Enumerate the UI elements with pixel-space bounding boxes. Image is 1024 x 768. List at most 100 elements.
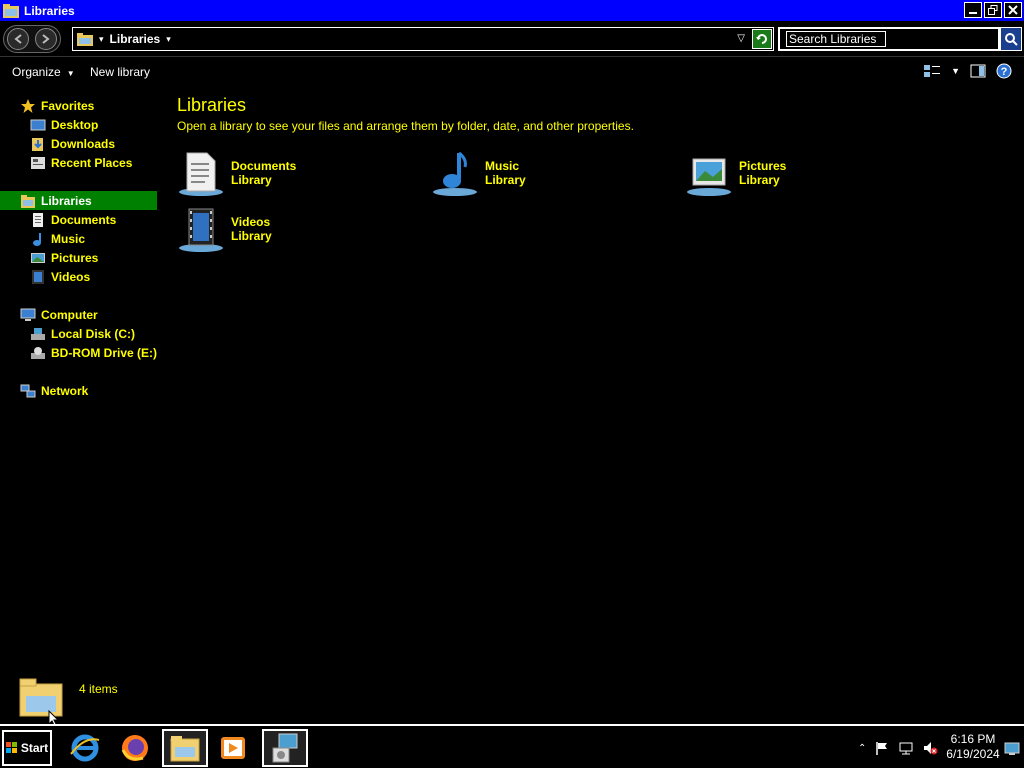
help-icon[interactable]: ? [996,63,1012,79]
music-icon [30,231,46,247]
library-name: Documents [231,159,297,173]
taskbar-firefox[interactable] [112,729,158,767]
windows-logo-icon [5,742,17,753]
nav-label: Network [41,383,89,398]
libraries-icon [20,193,36,209]
media-player-icon [221,737,245,759]
change-view-icon[interactable] [923,63,941,79]
nav-item-downloads[interactable]: Downloads [30,134,115,153]
nav-label: Documents [51,212,117,227]
recent-places-icon [30,155,46,171]
nav-libraries[interactable]: Libraries [0,191,157,210]
nav-item-videos[interactable]: Videos [30,267,90,286]
new-library-label: New library [90,65,151,79]
network-icon [20,383,36,399]
address-bar[interactable]: ▾ Libraries ▾ ▽ [72,27,774,51]
library-type: Library [739,173,780,187]
internet-explorer-icon [70,734,100,762]
library-music[interactable]: Music Library [431,147,631,199]
nav-item-documents[interactable]: Documents [30,210,116,229]
nav-label: Downloads [51,136,116,151]
volume-muted-icon[interactable] [922,740,938,756]
library-videos[interactable]: Videos Library [177,203,377,255]
nav-item-bd-rom-drive[interactable]: BD-ROM Drive (E:) [30,343,157,362]
taskbar: Start ⌃ 6:16 PM 6/19/2024 [0,724,1024,768]
pictures-library-icon [687,158,731,196]
optical-drive-icon [30,345,46,361]
search-button[interactable] [1000,27,1022,51]
library-documents[interactable]: Documents Library [177,147,377,199]
organize-button[interactable]: Organize ▼ [12,65,75,79]
title-bar: Libraries [0,0,1024,21]
taskbar-media-player[interactable] [210,729,256,767]
preview-pane-icon[interactable] [970,63,986,79]
nav-label: BD-ROM Drive (E:) [51,345,158,360]
forward-arrow-icon [42,34,50,44]
clock[interactable]: 6:16 PM 6/19/2024 [940,732,1006,762]
library-type: Library [231,229,272,243]
taskbar-installer[interactable] [262,729,308,767]
nav-computer[interactable]: Computer [20,305,98,324]
nav-favorites[interactable]: Favorites [20,96,94,115]
library-type: Library [485,173,526,187]
svg-text:?: ? [1001,66,1008,78]
minimize-icon [969,12,977,14]
search-icon [1005,33,1018,46]
refresh-button[interactable] [752,29,772,49]
restore-button[interactable] [984,2,1002,18]
network-status-icon[interactable] [898,740,914,756]
videos-library-icon [179,208,223,252]
documents-icon [30,212,46,228]
forward-button[interactable] [35,28,57,50]
computer-icon [20,307,36,323]
search-input[interactable] [786,31,886,47]
address-row: ▾ Libraries ▾ ▽ [0,21,1024,57]
back-button[interactable] [7,28,29,50]
new-library-button[interactable]: New library [90,65,150,79]
nav-item-pictures[interactable]: Pictures [30,248,98,267]
nav-item-desktop[interactable]: Desktop [30,115,98,134]
command-bar: Organize ▼ New library ▼ ? [0,58,1024,86]
installer-icon [272,733,298,763]
address-history-dropdown-icon[interactable]: ▽ [737,33,745,44]
nav-label: Computer [41,307,98,322]
show-desktop-icon[interactable] [1004,742,1020,756]
library-name: Videos [231,215,271,229]
restore-icon [988,5,998,15]
breadcrumb-chevron-icon[interactable]: ▾ [166,34,171,45]
nav-label: Local Disk (C:) [51,326,136,341]
downloads-icon [30,136,46,152]
close-button[interactable] [1004,2,1022,18]
organize-label: Organize [12,65,61,79]
page-title: Libraries [177,95,247,115]
nav-label: Desktop [51,117,99,132]
library-type: Library [231,173,272,187]
desktop-icon [30,117,46,133]
nav-network[interactable]: Network [20,381,88,400]
show-hidden-icons-icon[interactable]: ⌃ [858,743,866,754]
clock-time: 6:16 PM [950,732,996,746]
dropdown-caret-icon: ▼ [66,69,75,78]
nav-label: Videos [51,269,91,284]
breadcrumb-chevron-icon[interactable]: ▾ [99,34,104,45]
hard-drive-icon [30,326,46,342]
view-options-dropdown-icon[interactable]: ▼ [951,66,960,76]
navigation-pane: Favorites Desktop Downloads Recent Place… [0,90,160,680]
nav-label: Pictures [51,250,99,265]
libraries-icon [77,32,93,46]
nav-item-local-disk[interactable]: Local Disk (C:) [30,324,135,343]
nav-item-recent-places[interactable]: Recent Places [30,153,132,172]
window-title: Libraries [24,3,75,18]
nav-item-music[interactable]: Music [30,229,85,248]
start-button[interactable]: Start [2,730,52,766]
taskbar-windows-explorer[interactable] [162,729,208,767]
library-name: Pictures [739,159,787,173]
breadcrumb-libraries[interactable]: Libraries [110,32,161,46]
minimize-button[interactable] [964,2,982,18]
library-pictures[interactable]: Pictures Library [685,147,885,199]
search-box[interactable] [778,27,1000,51]
nav-label: Recent Places [51,155,133,170]
refresh-icon [756,34,767,44]
taskbar-internet-explorer[interactable] [62,729,108,767]
action-center-flag-icon[interactable] [874,740,890,756]
